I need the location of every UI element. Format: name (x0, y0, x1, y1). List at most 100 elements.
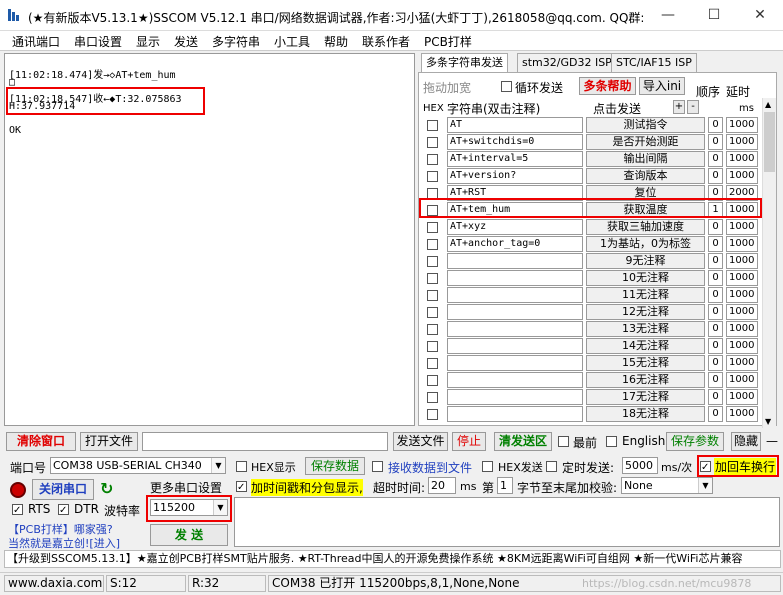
scroll-thumb[interactable] (764, 112, 775, 172)
save-data-button[interactable]: 保存数据 (305, 457, 365, 475)
row-send-button[interactable]: 9无注释 (586, 253, 705, 269)
row-order-input[interactable]: 0 (708, 355, 723, 371)
port-select[interactable]: COM38 USB-SERIAL CH340 ▼ (50, 457, 226, 474)
clear-send-button[interactable]: 清发送区 (494, 432, 552, 451)
row-hex-checkbox[interactable] (427, 290, 438, 301)
row-hex-checkbox[interactable] (427, 239, 438, 250)
row-send-button[interactable]: 18无注释 (586, 406, 705, 422)
row-delay-input[interactable]: 1000 (726, 236, 758, 252)
row-delay-input[interactable]: 1000 (726, 287, 758, 303)
row-hex-checkbox[interactable] (427, 188, 438, 199)
row-send-button[interactable]: 11无注释 (586, 287, 705, 303)
row-hex-checkbox[interactable] (427, 205, 438, 216)
row-command-input[interactable]: AT+interval=5 (447, 151, 583, 167)
tab-multi-string[interactable]: 多条字符串发送 (421, 53, 508, 73)
row-order-input[interactable]: 0 (708, 321, 723, 337)
row-delay-input[interactable]: 1000 (726, 389, 758, 405)
send-input[interactable] (234, 497, 780, 547)
chevron-down-icon[interactable]: ▼ (211, 458, 225, 473)
clear-window-button[interactable]: 清除窗口 (6, 432, 76, 451)
row-delay-input[interactable]: 1000 (726, 253, 758, 269)
timed-interval-input[interactable]: 5000 (622, 457, 658, 474)
row-command-input[interactable]: AT+xyz (447, 219, 583, 235)
row-send-button[interactable]: 15无注释 (586, 355, 705, 371)
row-command-input[interactable]: AT+switchdis=0 (447, 134, 583, 150)
row-hex-checkbox[interactable] (427, 222, 438, 233)
row-order-input[interactable]: 0 (708, 185, 723, 201)
tab-stc-isp[interactable]: STC/IAF15 ISP (611, 53, 697, 73)
row-send-button[interactable]: 获取温度 (586, 202, 705, 218)
stop-button[interactable]: 停止 (452, 432, 486, 451)
row-order-input[interactable]: 0 (708, 338, 723, 354)
add-crlf-checkbox[interactable] (700, 461, 711, 472)
row-hex-checkbox[interactable] (427, 256, 438, 267)
chevron-down-icon[interactable]: ▼ (698, 478, 712, 493)
row-command-input[interactable] (447, 389, 583, 405)
row-command-input[interactable] (447, 270, 583, 286)
close-port-button[interactable]: 关闭串口 (32, 479, 94, 500)
row-command-input[interactable] (447, 287, 583, 303)
row-command-input[interactable]: AT+version? (447, 168, 583, 184)
baud-select[interactable]: 115200 ▼ (150, 499, 228, 516)
row-send-button[interactable]: 1为基站，0为标签 (586, 236, 705, 252)
row-delay-input[interactable]: 1000 (726, 406, 758, 422)
timestamp-checkbox[interactable] (236, 481, 247, 492)
row-send-button[interactable]: 17无注释 (586, 389, 705, 405)
loop-send-checkbox[interactable] (501, 81, 512, 92)
row-hex-checkbox[interactable] (427, 171, 438, 182)
row-send-button[interactable]: 16无注释 (586, 372, 705, 388)
row-send-button[interactable]: 输出间隔 (586, 151, 705, 167)
import-ini-button[interactable]: 导入ini (639, 77, 685, 95)
receive-log[interactable]: [11:02:18.474]发→◇AT+tem_hum □ [11:02:18.… (4, 53, 415, 426)
dtr-checkbox[interactable] (58, 504, 69, 515)
menu-display[interactable]: 显示 (136, 33, 160, 50)
row-hex-checkbox[interactable] (427, 137, 438, 148)
more-settings-link[interactable]: 更多串口设置 (150, 479, 222, 496)
row-hex-checkbox[interactable] (427, 358, 438, 369)
menu-help[interactable]: 帮助 (324, 33, 348, 50)
row-command-input[interactable]: AT+anchor_tag=0 (447, 236, 583, 252)
close-button[interactable]: ✕ (737, 0, 783, 31)
timeout-input[interactable]: 20 (428, 477, 456, 494)
file-path-input[interactable] (142, 432, 388, 451)
multi-scrollbar[interactable]: ▲ ▼ (762, 98, 776, 428)
menu-comm-port[interactable]: 通讯端口 (12, 33, 60, 50)
menu-serial-settings[interactable]: 串口设置 (74, 33, 122, 50)
row-hex-checkbox[interactable] (427, 120, 438, 131)
row-delay-input[interactable]: 1000 (726, 270, 758, 286)
row-send-button[interactable]: 是否开始测距 (586, 134, 705, 150)
row-order-input[interactable]: 0 (708, 389, 723, 405)
row-hex-checkbox[interactable] (427, 324, 438, 335)
menu-multi-string[interactable]: 多字符串 (212, 33, 260, 50)
row-command-input[interactable] (447, 338, 583, 354)
english-checkbox[interactable] (606, 436, 617, 447)
row-send-button[interactable]: 复位 (586, 185, 705, 201)
row-order-input[interactable]: 0 (708, 168, 723, 184)
multi-help-button[interactable]: 多条帮助 (579, 77, 636, 95)
row-command-input[interactable] (447, 304, 583, 320)
chevron-down-icon[interactable]: ▼ (213, 500, 227, 515)
row-order-input[interactable]: 0 (708, 270, 723, 286)
row-order-input[interactable]: 0 (708, 287, 723, 303)
add-row-button[interactable]: + (673, 100, 685, 114)
row-send-button[interactable]: 测试指令 (586, 117, 705, 133)
row-command-input[interactable]: AT (447, 117, 583, 133)
row-delay-input[interactable]: 1000 (726, 151, 758, 167)
row-order-input[interactable]: 0 (708, 134, 723, 150)
row-delay-input[interactable]: 1000 (726, 372, 758, 388)
row-order-input[interactable]: 0 (708, 406, 723, 422)
menu-contact-author[interactable]: 联系作者 (362, 33, 410, 50)
row-send-button[interactable]: 获取三轴加速度 (586, 219, 705, 235)
row-command-input[interactable]: AT+tem_hum (447, 202, 583, 218)
hex-display-checkbox[interactable] (236, 461, 247, 472)
row-command-input[interactable] (447, 406, 583, 422)
row-send-button[interactable]: 14无注释 (586, 338, 705, 354)
row-command-input[interactable] (447, 253, 583, 269)
row-send-button[interactable]: 12无注释 (586, 304, 705, 320)
row-hex-checkbox[interactable] (427, 341, 438, 352)
hex-send-checkbox[interactable] (482, 461, 493, 472)
send-file-button[interactable]: 发送文件 (393, 432, 448, 451)
topmost-checkbox[interactable] (558, 436, 569, 447)
rts-checkbox[interactable] (12, 504, 23, 515)
nth-input[interactable]: 1 (497, 477, 513, 494)
